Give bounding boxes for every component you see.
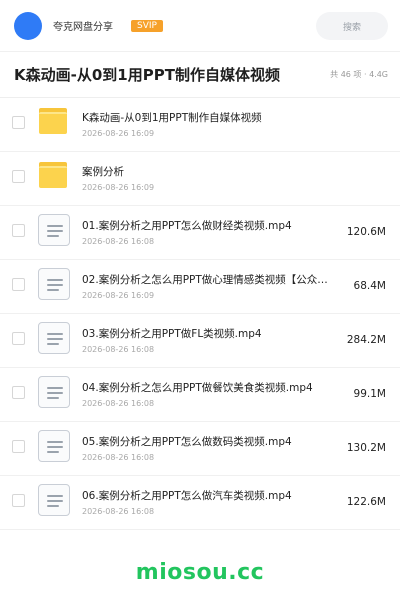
row-checkbox[interactable] bbox=[12, 332, 25, 345]
file-date: 2026-08-26 16:09 bbox=[82, 291, 155, 300]
file-size: 120.6M bbox=[346, 226, 386, 238]
folder-meta: 共 46 项 · 4.4G bbox=[330, 70, 388, 79]
file-row[interactable]: 05.案例分析之用PPT怎么做数码类视频.mp4 2026-08-26 16:08… bbox=[0, 422, 400, 476]
video-file-icon bbox=[38, 430, 70, 464]
file-row[interactable]: 04.案例分析之怎么用PPT做餐饮美食类视频.mp4 2026-08-26 16:… bbox=[0, 368, 400, 422]
file-name: 04.案例分析之怎么用PPT做餐饮美食类视频.mp4 bbox=[82, 382, 313, 394]
file-name: 案例分析 bbox=[82, 166, 124, 178]
file-name: 01.案例分析之用PPT怎么做财经类视频.mp4 bbox=[82, 220, 292, 232]
folder-icon bbox=[38, 160, 70, 194]
row-checkbox[interactable] bbox=[12, 386, 25, 399]
file-date: 2026-08-26 16:08 bbox=[82, 399, 155, 408]
svip-badge: SVIP bbox=[131, 19, 163, 32]
file-size: 68.4M bbox=[353, 280, 386, 292]
file-date: 2026-08-26 16:08 bbox=[82, 237, 155, 246]
video-file-icon bbox=[38, 214, 70, 248]
file-row[interactable]: 03.案例分析之用PPT做FL类视频.mp4 2026-08-26 16:08 28… bbox=[0, 314, 400, 368]
file-name: 06.案例分析之用PPT怎么做汽车类视频.mp4 bbox=[82, 490, 292, 502]
file-name: 02.案例分析之怎么用PPT做心理情感类视频【公众号：...】.mp4 bbox=[82, 274, 338, 286]
file-size: 130.2M bbox=[346, 442, 386, 454]
avatar[interactable] bbox=[14, 11, 42, 40]
video-file-icon bbox=[38, 376, 70, 410]
search-placeholder: 搜索 bbox=[342, 22, 361, 33]
video-file-icon bbox=[38, 322, 70, 356]
file-size: 99.1M bbox=[353, 388, 386, 400]
folder-title-bar: K森动画-从0到1用PPT制作自媒体视频 共 46 项 · 4.4G bbox=[0, 52, 400, 98]
file-row[interactable]: 02.案例分析之怎么用PPT做心理情感类视频【公众号：...】.mp4 2026-… bbox=[0, 260, 400, 314]
user-name: 夸克网盘分享 bbox=[53, 22, 113, 33]
watermark: miosou.cc bbox=[135, 560, 265, 585]
file-date: 2026-08-26 16:09 bbox=[82, 183, 155, 192]
row-checkbox[interactable] bbox=[12, 116, 25, 129]
app-header: 夸克网盘分享 SVIP 搜索 bbox=[0, 0, 400, 52]
file-name: 03.案例分析之用PPT做FL类视频.mp4 bbox=[82, 328, 262, 340]
file-row[interactable]: K森动画-从0到1用PPT制作自媒体视频 2026-08-26 16:09 bbox=[0, 98, 400, 152]
file-row[interactable]: 06.案例分析之用PPT怎么做汽车类视频.mp4 2026-08-26 16:08… bbox=[0, 476, 400, 530]
file-date: 2026-08-26 16:08 bbox=[82, 453, 155, 462]
file-date: 2026-08-26 16:09 bbox=[82, 129, 155, 138]
file-name: K森动画-从0到1用PPT制作自媒体视频 bbox=[82, 112, 262, 124]
file-size: 284.2M bbox=[346, 334, 386, 346]
row-checkbox[interactable] bbox=[12, 440, 25, 453]
file-date: 2026-08-26 16:08 bbox=[82, 345, 155, 354]
file-name: 05.案例分析之用PPT怎么做数码类视频.mp4 bbox=[82, 436, 292, 448]
page-title: K森动画-从0到1用PPT制作自媒体视频 bbox=[14, 66, 280, 84]
row-checkbox[interactable] bbox=[12, 278, 25, 291]
row-checkbox[interactable] bbox=[12, 494, 25, 507]
row-checkbox[interactable] bbox=[12, 170, 25, 183]
video-file-icon bbox=[38, 484, 70, 518]
folder-icon bbox=[38, 106, 70, 140]
file-size: 122.6M bbox=[346, 496, 386, 508]
file-row[interactable]: 01.案例分析之用PPT怎么做财经类视频.mp4 2026-08-26 16:08… bbox=[0, 206, 400, 260]
file-list: K森动画-从0到1用PPT制作自媒体视频 2026-08-26 16:09 案例分析… bbox=[0, 98, 400, 530]
video-file-icon bbox=[38, 268, 70, 302]
search-input[interactable]: 搜索 bbox=[316, 12, 388, 40]
file-row[interactable]: 案例分析 2026-08-26 16:09 bbox=[0, 152, 400, 206]
row-checkbox[interactable] bbox=[12, 224, 25, 237]
file-date: 2026-08-26 16:08 bbox=[82, 507, 155, 516]
